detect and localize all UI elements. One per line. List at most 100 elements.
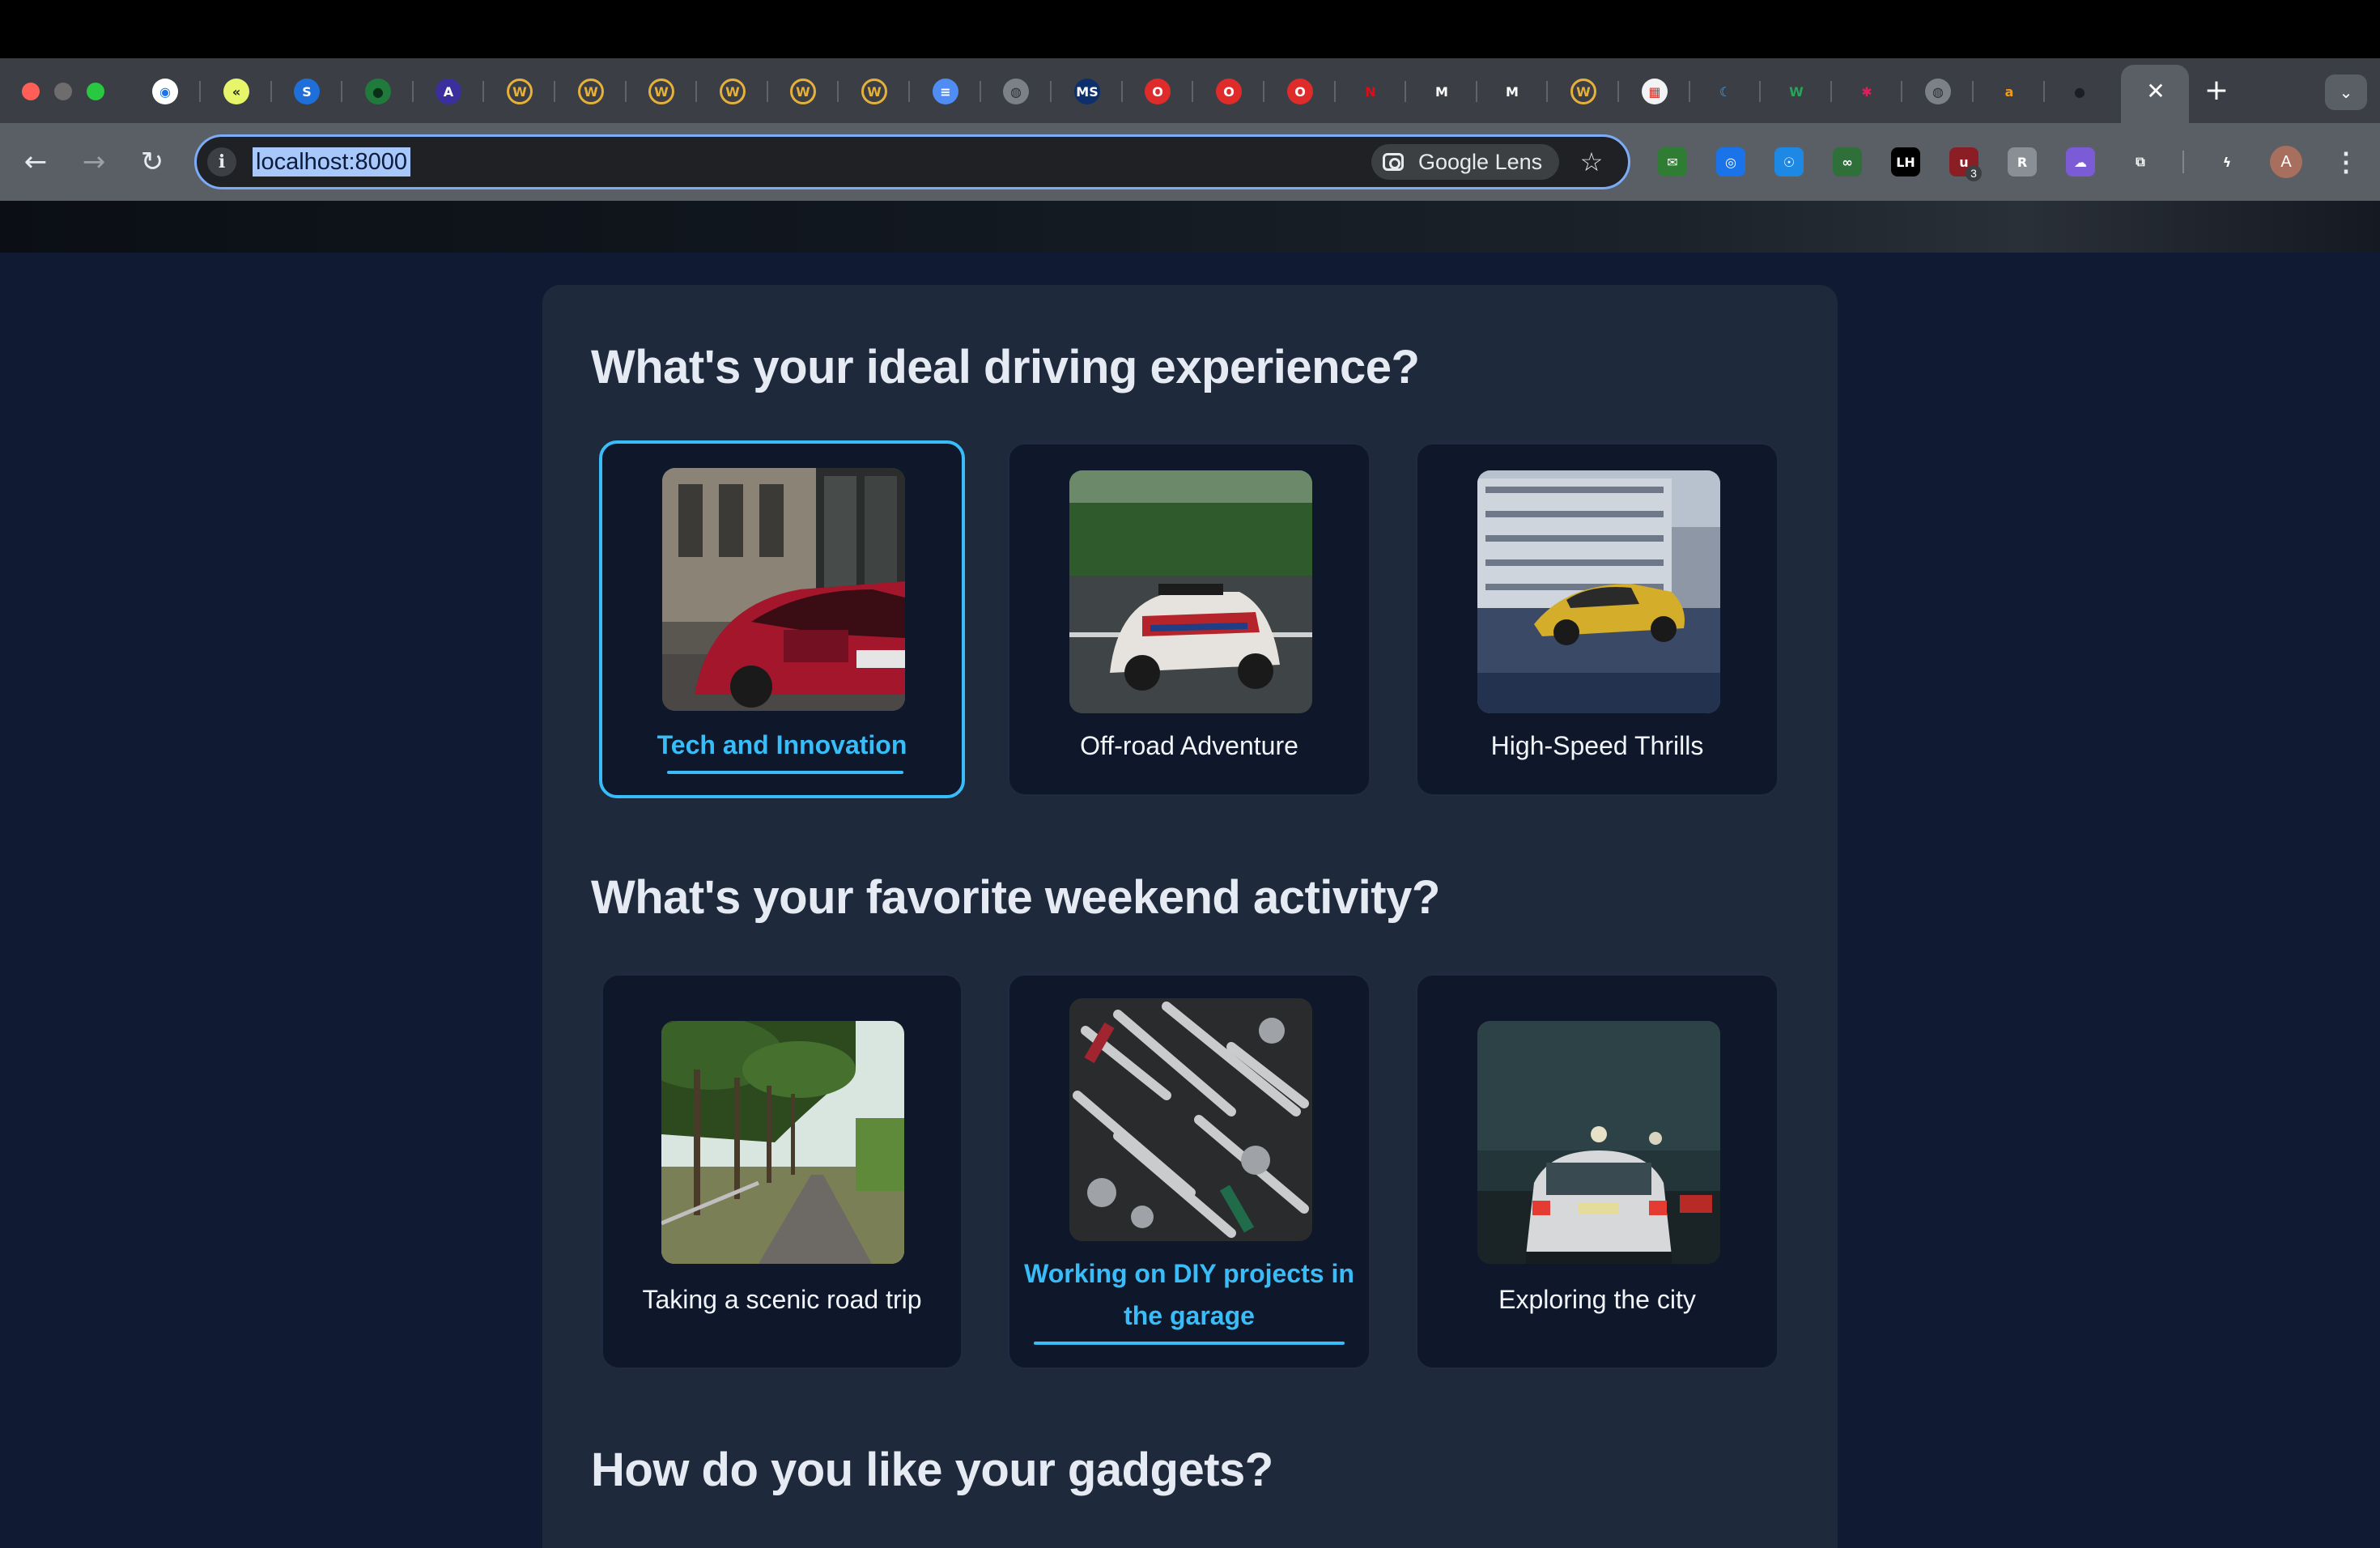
morgan-stanley-icon[interactable]: MS [1074, 79, 1100, 104]
netflix-icon[interactable]: N [1358, 79, 1383, 104]
w-green-icon[interactable]: W [1783, 79, 1809, 104]
owl-icon[interactable]: ☉ [1774, 147, 1804, 176]
m-logo-icon[interactable]: M [1429, 79, 1455, 104]
option-label: Exploring the city [1498, 1285, 1696, 1314]
tab-separator [1830, 81, 1832, 102]
bolt-icon[interactable]: ϟ [2212, 147, 2242, 176]
extension-badge: 3 [1966, 165, 1982, 181]
globe-icon[interactable]: ◍ [1003, 79, 1029, 104]
calendar-icon[interactable]: ▦ [1642, 79, 1668, 104]
window-minimize-button[interactable] [54, 83, 72, 100]
m-logo-icon[interactable]: M [1499, 79, 1525, 104]
tab-search-button[interactable]: ⌄ [2325, 74, 2367, 110]
tab-separator [1334, 81, 1336, 102]
tab-separator [695, 81, 697, 102]
url-text[interactable]: localhost:8000 [253, 147, 411, 176]
globe-icon[interactable]: ◍ [1925, 79, 1951, 104]
doc-icon[interactable]: ≡ [933, 79, 958, 104]
green-circle-icon[interactable]: ● [365, 79, 391, 104]
tab-separator [1405, 81, 1406, 102]
github-icon[interactable]: ● [2067, 79, 2093, 104]
tab-separator [482, 81, 484, 102]
window-close-button[interactable] [22, 83, 40, 100]
w-logo-icon[interactable]: W [578, 79, 604, 104]
tab-separator [1689, 81, 1690, 102]
a-logo-icon[interactable]: A [436, 79, 461, 104]
w-logo-icon[interactable]: W [790, 79, 816, 104]
w-logo-icon[interactable]: W [861, 79, 887, 104]
rally-car-image [1069, 470, 1312, 713]
tab-separator [270, 81, 272, 102]
tab-separator [1546, 81, 1548, 102]
tab-separator [341, 81, 342, 102]
tab-separator [1263, 81, 1264, 102]
w-logo-icon[interactable]: W [648, 79, 674, 104]
question-title: What's your ideal driving experience? [591, 341, 1420, 393]
target-icon[interactable]: ◎ [1716, 147, 1745, 176]
tab-separator [1192, 81, 1193, 102]
question-title: What's your favorite weekend activity? [591, 871, 1440, 924]
selected-underline [1034, 1342, 1345, 1345]
tab-separator [837, 81, 839, 102]
tab-separator [1972, 81, 1974, 102]
cloud-icon[interactable]: ☁ [2066, 147, 2095, 176]
toolbar-divider [2182, 151, 2184, 173]
tab-separator [1901, 81, 1902, 102]
tab-separator [199, 81, 201, 102]
glasses-icon[interactable]: ∞ [1833, 147, 1862, 176]
tab-separator [2043, 81, 2045, 102]
moon-icon[interactable]: ☾ [1712, 79, 1738, 104]
tab-separator [767, 81, 768, 102]
tab-separator [625, 81, 627, 102]
tree-lined-road-image [661, 1021, 904, 1264]
opera-icon[interactable]: O [1216, 79, 1242, 104]
option-card-high-speed-thrills[interactable]: High-Speed Thrills [1415, 442, 1779, 797]
option-label: Off-road Adventure [1080, 731, 1298, 760]
camera-lens-icon [1383, 153, 1404, 171]
site-info-icon[interactable]: i [207, 147, 236, 176]
reload-icon[interactable]: ↻ [136, 146, 168, 178]
browser-menu-icon[interactable]: ⋮ [2331, 146, 2361, 178]
shield-icon[interactable]: ◉ [152, 79, 178, 104]
tab-separator [1050, 81, 1052, 102]
profile-avatar[interactable]: A [2270, 146, 2302, 178]
option-card-scenic-road-trip[interactable]: Taking a scenic road trip [601, 973, 963, 1370]
close-tab-icon[interactable]: ✕ [2141, 77, 2170, 106]
w-logo-icon[interactable]: W [720, 79, 746, 104]
macos-menu-bar [0, 0, 2380, 58]
selected-underline [667, 771, 903, 774]
puzzle-icon[interactable]: ⧉ [2126, 147, 2155, 176]
slack-icon[interactable]: ✱ [1854, 79, 1880, 104]
option-card-diy-garage[interactable]: Working on DIY projects in the garage [1007, 973, 1371, 1370]
chevron-logo-icon[interactable]: « [223, 79, 249, 104]
forward-arrow-icon[interactable]: → [78, 146, 110, 178]
tab-separator [412, 81, 414, 102]
tab-separator [908, 81, 910, 102]
question-title: How do you like your gadgets? [591, 1444, 1273, 1496]
new-tab-button[interactable]: + [2200, 74, 2233, 107]
option-card-exploring-the-city[interactable]: Exploring the city [1415, 973, 1779, 1370]
w-logo-icon[interactable]: W [507, 79, 533, 104]
tab-separator [1759, 81, 1761, 102]
option-card-tech-and-innovation[interactable]: Tech and Innovation [599, 440, 965, 798]
lh-icon[interactable]: LH [1891, 147, 1920, 176]
window-maximize-button[interactable] [87, 83, 104, 100]
opera-icon[interactable]: O [1145, 79, 1171, 104]
tab-separator [1476, 81, 1477, 102]
w-logo-icon[interactable]: W [1570, 79, 1596, 104]
tab-separator [554, 81, 555, 102]
option-label: Taking a scenic road trip [642, 1285, 922, 1314]
opera-icon[interactable]: O [1287, 79, 1313, 104]
mail-icon[interactable]: ✉ [1658, 147, 1687, 176]
option-label: High-Speed Thrills [1490, 731, 1704, 760]
amazon-icon[interactable]: a [1996, 79, 2022, 104]
back-arrow-icon[interactable]: ← [19, 146, 52, 178]
red-sports-car-image [662, 468, 905, 711]
hero-image-strip [0, 201, 2380, 253]
r-icon[interactable]: R [2008, 147, 2037, 176]
tab-separator [980, 81, 981, 102]
s-logo-icon[interactable]: S [294, 79, 320, 104]
yellow-sports-car-image [1477, 470, 1720, 713]
bookmark-star-icon[interactable]: ☆ [1575, 146, 1608, 178]
option-card-off-road-adventure[interactable]: Off-road Adventure [1007, 442, 1371, 797]
